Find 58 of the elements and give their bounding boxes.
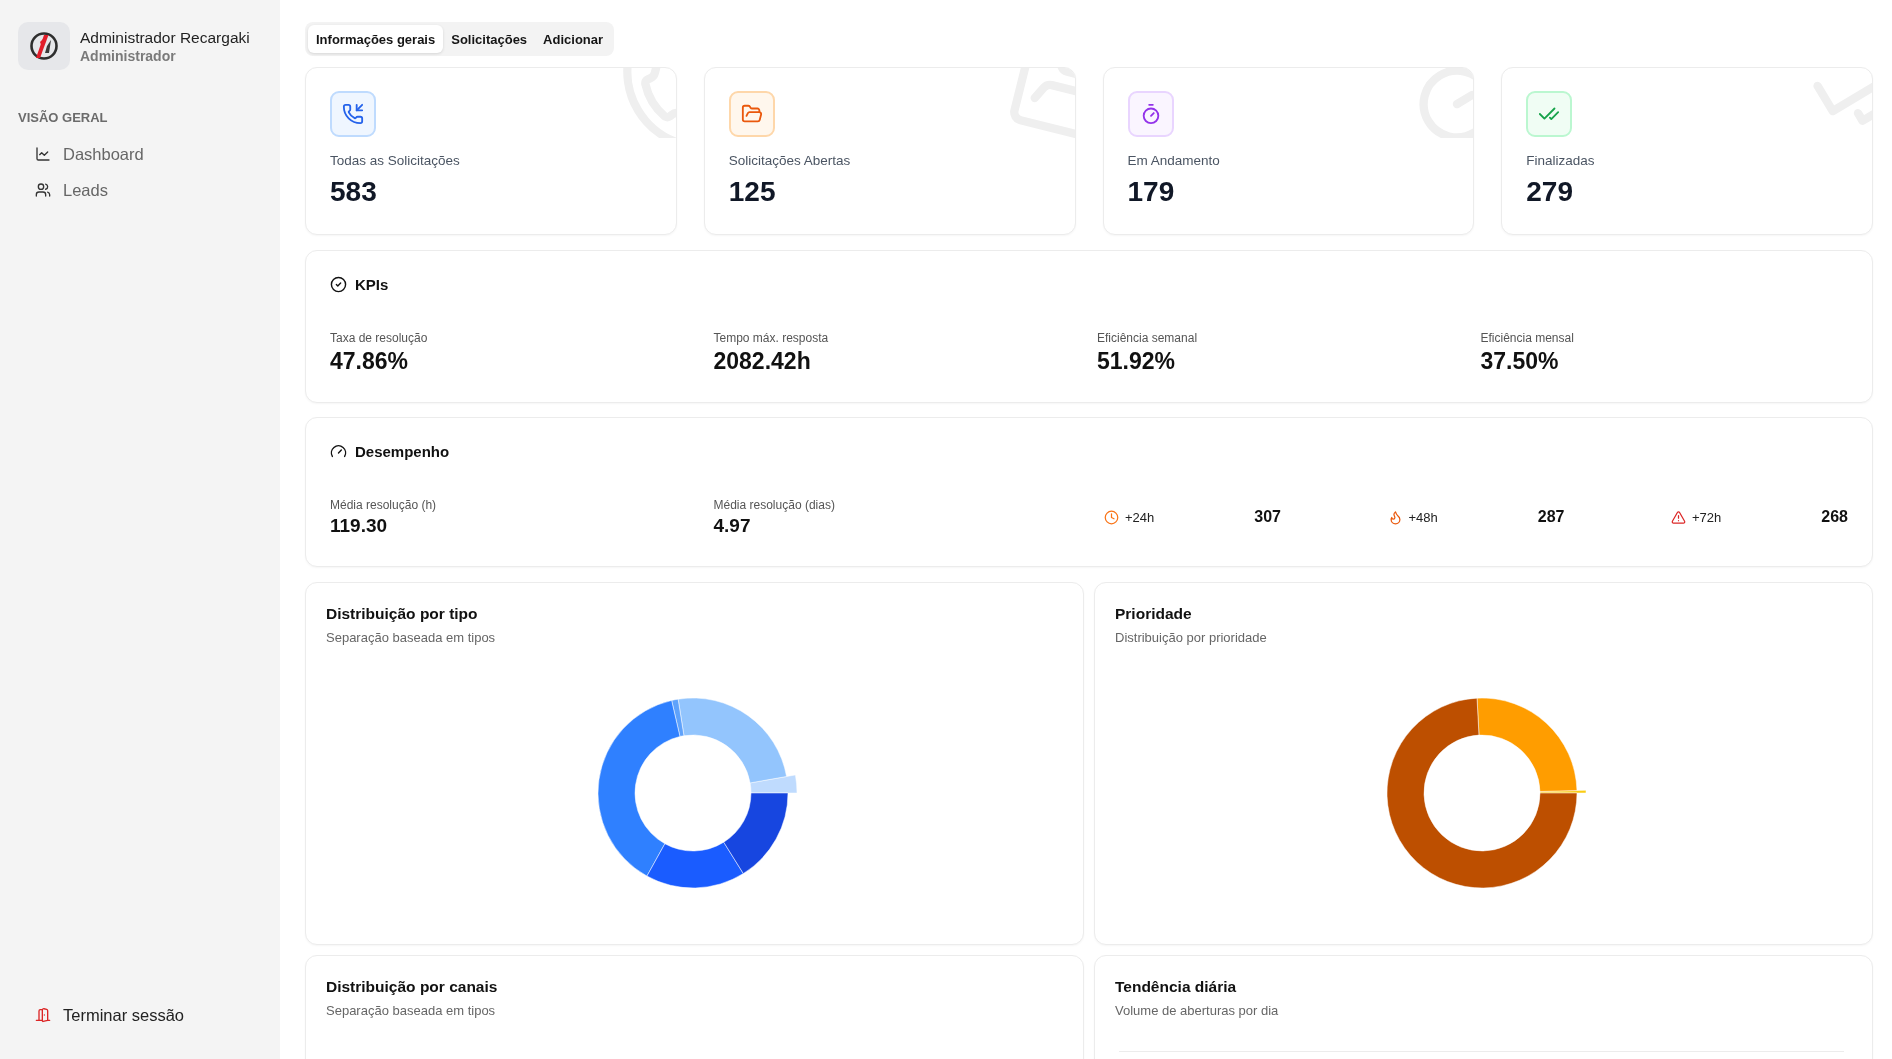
- chart-subtitle: Volume de aberturas por dia: [1115, 1003, 1280, 1019]
- tab[interactable]: Adicionar: [535, 25, 612, 53]
- folder-icon: [728, 91, 775, 137]
- alert-label: +48h: [1408, 509, 1438, 525]
- panel-title: Desempenho: [355, 442, 450, 460]
- metric-value: 51.92%: [1097, 349, 1176, 375]
- section-title: VISÃO GERAL: [18, 110, 109, 126]
- chart-title: Tendência diária: [1115, 978, 1238, 996]
- stat-label: Solicitações Abertas: [728, 153, 852, 169]
- door-icon: [35, 1007, 51, 1023]
- metric-label: Média resolução (h): [330, 498, 438, 512]
- double-check-icon: [1526, 91, 1573, 137]
- chart-title: Distribuição por tipo: [326, 605, 479, 623]
- stat-value: 179: [1127, 178, 1176, 206]
- warning-icon: [1671, 509, 1686, 525]
- alert-count: 268: [1821, 508, 1848, 527]
- tab[interactable]: Solicitações: [443, 25, 536, 53]
- panel-title: KPIs: [355, 275, 389, 293]
- chart-subtitle: Separação baseada em tipos: [326, 1003, 497, 1019]
- phone-icon: [330, 91, 376, 137]
- stat-value: 583: [330, 178, 378, 206]
- logo-icon: [18, 22, 70, 70]
- metric-label: Tempo máx. resposta: [713, 331, 830, 345]
- clock-icon: [1104, 509, 1119, 525]
- metric-label: Média resolução (dias): [713, 498, 836, 512]
- sidebar-item[interactable]: Dashboard: [18, 136, 262, 172]
- stat-label: Todas as Solicitações: [330, 153, 461, 169]
- users-icon: [35, 182, 51, 198]
- alert-label: +72h: [1692, 509, 1722, 525]
- user-role: Administrador: [80, 47, 177, 64]
- line-chart-icon: [35, 146, 51, 162]
- metric-value: 37.50%: [1480, 349, 1560, 375]
- metric-value: 119.30: [330, 516, 389, 537]
- flame-icon: [1387, 509, 1403, 525]
- chart-subtitle: Separação baseada em tipos: [326, 630, 497, 646]
- metric-label: Eficiência mensal: [1480, 331, 1575, 345]
- chart-subtitle: Distribuição por prioridade: [1115, 630, 1268, 646]
- chart-title: Prioridade: [1115, 605, 1193, 623]
- stat-label: Finalizadas: [1526, 153, 1596, 169]
- metric-value: 4.97: [713, 516, 752, 537]
- logout-link[interactable]: Terminar sessão: [18, 997, 262, 1033]
- alert-count: 287: [1537, 508, 1565, 527]
- metric-value: 47.86%: [330, 349, 409, 375]
- alert-count: 307: [1254, 508, 1281, 527]
- user-name: Administrador Recargaki: [80, 28, 250, 47]
- gauge-icon: [330, 442, 347, 460]
- metric-label: Taxa de resolução: [330, 331, 429, 345]
- metric-value: 2082.42h: [713, 349, 812, 375]
- metric-label: Eficiência semanal: [1097, 331, 1199, 345]
- check-circle-icon: [330, 275, 347, 293]
- tab[interactable]: Informações gerais: [308, 25, 444, 53]
- sidebar-item[interactable]: Leads: [18, 172, 262, 208]
- stopwatch-icon: [1127, 91, 1174, 137]
- stat-label: Em Andamento: [1127, 153, 1221, 169]
- stat-value: 125: [728, 178, 777, 206]
- alert-label: +24h: [1125, 509, 1155, 525]
- stat-value: 279: [1526, 178, 1574, 206]
- chart-title: Distribuição por canais: [326, 978, 499, 996]
